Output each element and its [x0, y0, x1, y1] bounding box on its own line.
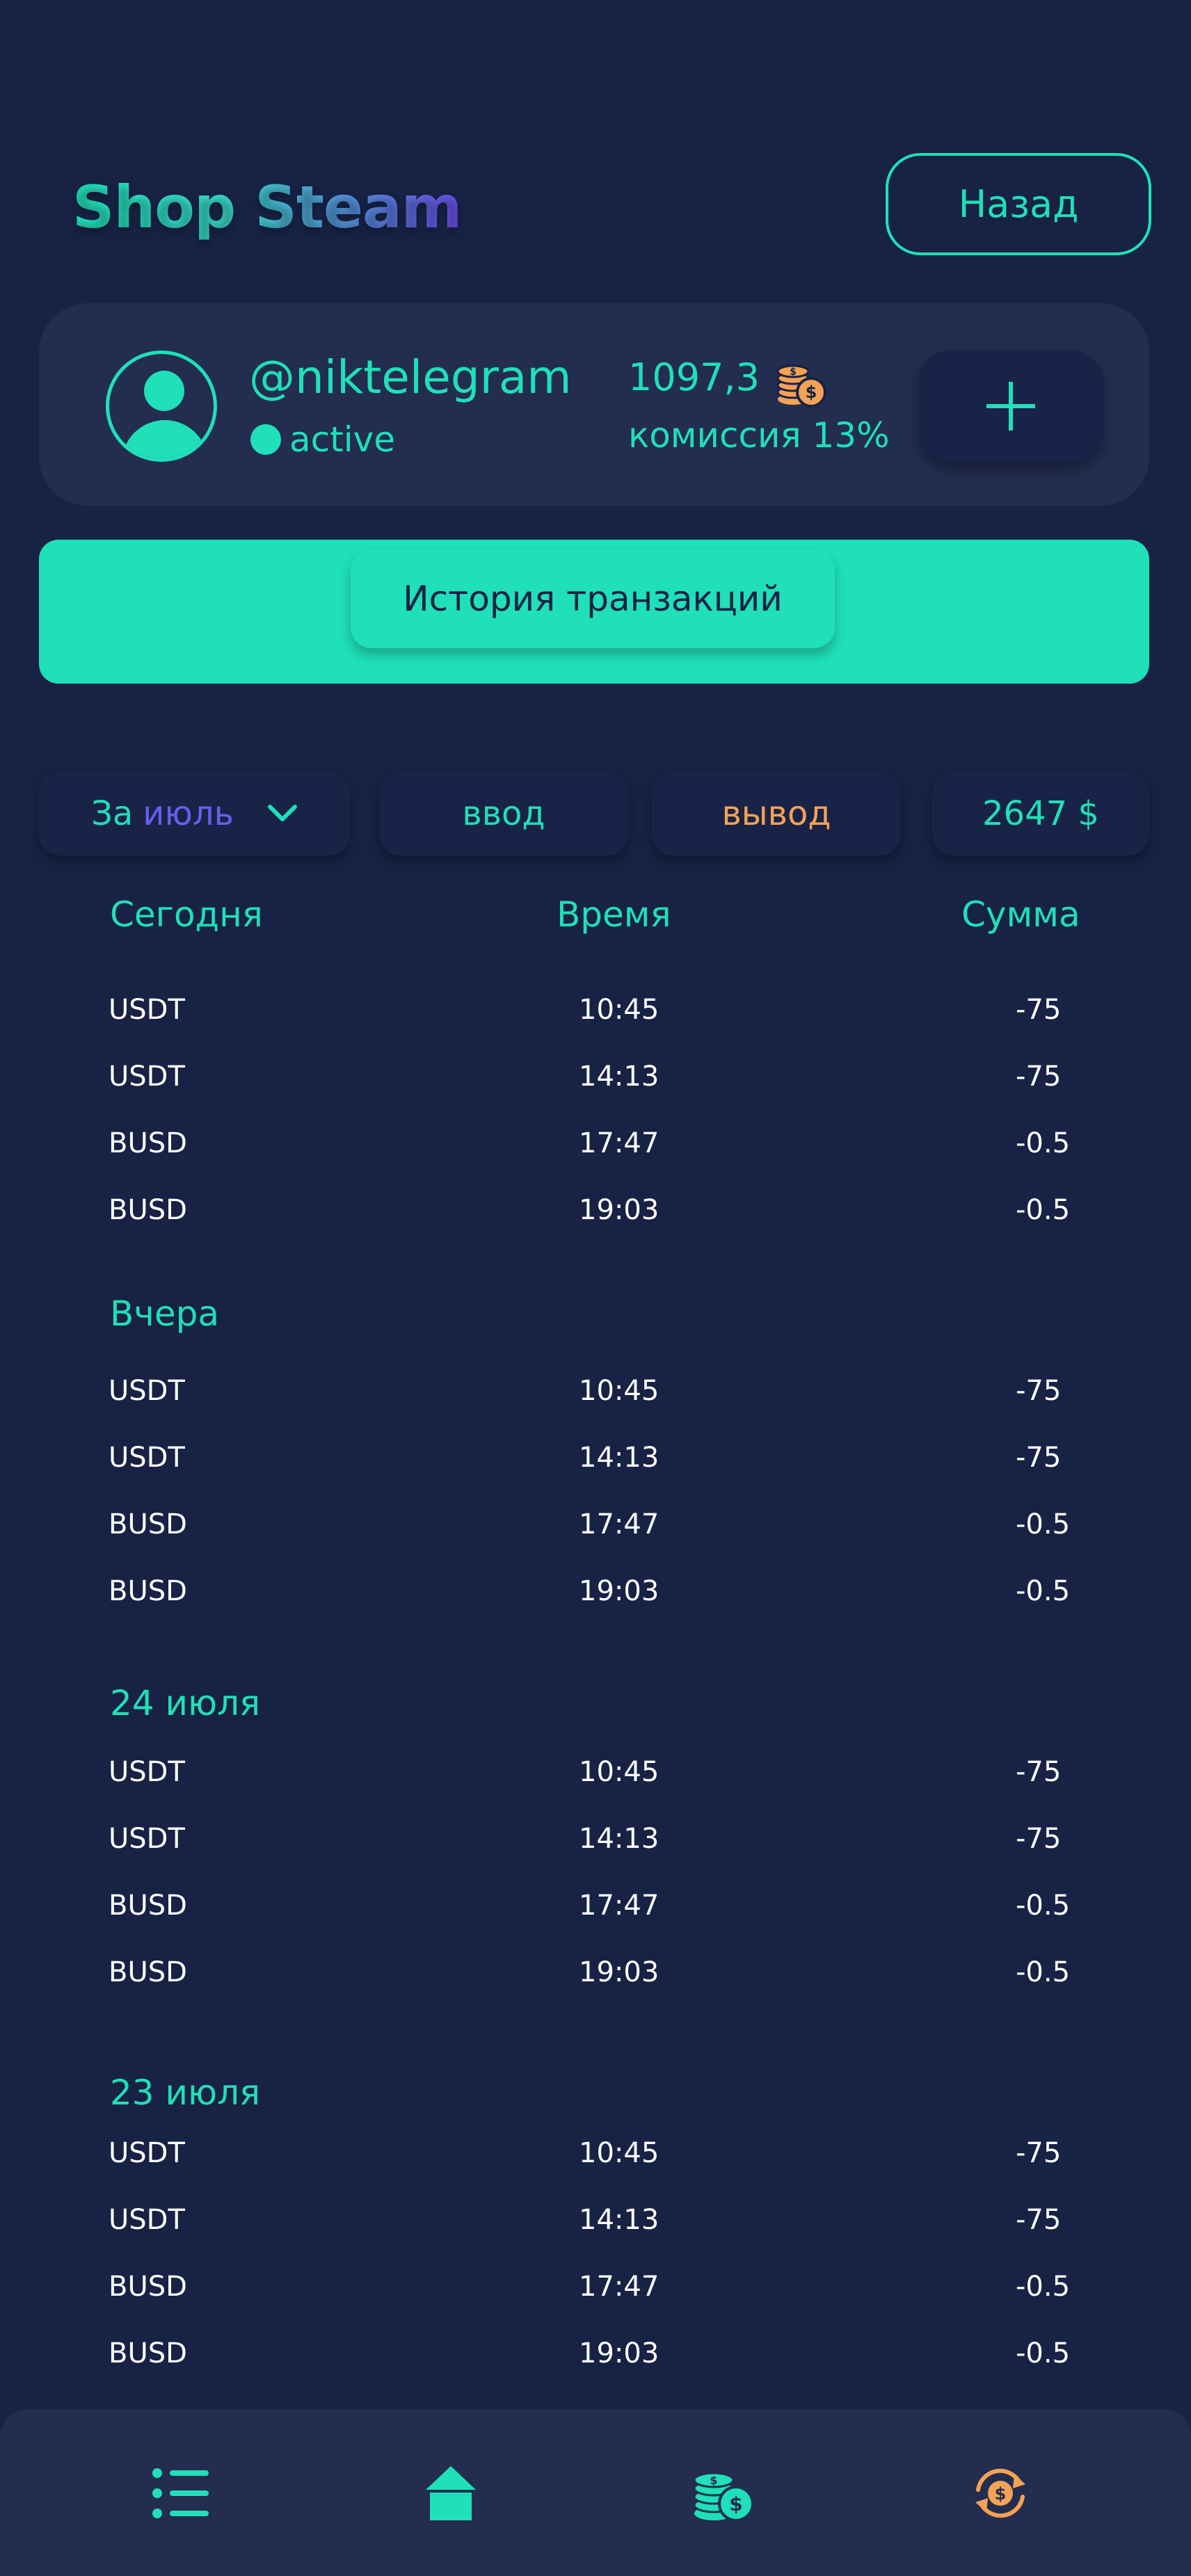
- table-row-sum: -0.5: [1016, 2337, 1071, 2369]
- table-row-sum: -0.5: [1016, 2271, 1071, 2303]
- table-row-sum: -75: [1016, 994, 1062, 1026]
- month-value: июль: [143, 794, 234, 833]
- home-icon[interactable]: [416, 2462, 486, 2525]
- column-header-sum: Сумма: [961, 894, 1080, 935]
- table-row-time: 10:45: [579, 1375, 660, 1407]
- table-row-time: 19:03: [579, 2337, 660, 2369]
- table-row-time: 10:45: [579, 1756, 660, 1788]
- table-row-time: 14:13: [579, 1442, 660, 1474]
- table-row-name: BUSD: [109, 2271, 187, 2303]
- section-title: 24 июля: [110, 1683, 261, 1723]
- table-row-time: 10:45: [579, 994, 660, 1026]
- table-row-time: 19:03: [579, 1575, 660, 1607]
- username: @niktelegram: [249, 351, 572, 404]
- status-text: active: [289, 419, 395, 460]
- table-row-name: BUSD: [109, 1956, 187, 1988]
- table-row-sum: -75: [1016, 2204, 1062, 2236]
- table-row-time: 17:47: [579, 2271, 660, 2303]
- table-row-sum: -0.5: [1016, 1194, 1071, 1226]
- section-title: Вчера: [110, 1294, 219, 1334]
- svg-text:$: $: [729, 2493, 742, 2515]
- table-row-name: USDT: [109, 1823, 185, 1855]
- app-logo: Shop Steam: [72, 173, 462, 241]
- svg-text:$: $: [710, 2474, 717, 2487]
- back-button[interactable]: Назад: [886, 153, 1151, 255]
- table-row-name: BUSD: [109, 1508, 187, 1540]
- svg-text:$: $: [995, 2484, 1007, 2504]
- add-funds-button[interactable]: [918, 351, 1103, 462]
- table-row-name: BUSD: [109, 1890, 187, 1922]
- avatar[interactable]: [106, 351, 217, 462]
- table-row-sum: -75: [1016, 1823, 1062, 1855]
- table-row-sum: -75: [1016, 1442, 1062, 1474]
- table-row-time: 17:47: [579, 1890, 660, 1922]
- coins-dollar-icon[interactable]: $ $: [689, 2462, 758, 2525]
- table-row-time: 14:13: [579, 1061, 660, 1093]
- table-row-name: BUSD: [109, 1127, 187, 1159]
- table-row-time: 17:47: [579, 1127, 660, 1159]
- month-filter-dropdown[interactable]: За июль: [39, 772, 350, 855]
- table-row-sum: -0.5: [1016, 1890, 1071, 1922]
- table-row-time: 19:03: [579, 1194, 660, 1226]
- table-row-sum: -75: [1016, 1756, 1062, 1788]
- transaction-history-button[interactable]: История транзакций: [351, 549, 835, 648]
- table-row-time: 14:13: [579, 2204, 660, 2236]
- table-row-name: USDT: [109, 2204, 185, 2236]
- table-row-time: 19:03: [579, 1956, 660, 1988]
- exchange-icon[interactable]: $: [966, 2462, 1035, 2525]
- table-row-time: 10:45: [579, 2137, 660, 2169]
- svg-text:$: $: [806, 383, 817, 402]
- section-title: 23 июля: [110, 2072, 261, 2113]
- table-row-name: USDT: [109, 2137, 185, 2169]
- column-header-date: Сегодня: [110, 894, 263, 935]
- deposit-filter-button[interactable]: ввод: [379, 772, 628, 855]
- coins-dollar-icon: $ $: [774, 355, 829, 410]
- table-row-time: 17:47: [579, 1508, 660, 1540]
- status-indicator-icon: [250, 424, 281, 455]
- chevron-down-icon: [267, 805, 297, 821]
- table-row-name: USDT: [109, 1375, 185, 1407]
- table-row-sum: -0.5: [1016, 1575, 1071, 1607]
- table-row-sum: -0.5: [1016, 1956, 1071, 1988]
- table-row-sum: -75: [1016, 2137, 1062, 2169]
- plus-icon: [986, 382, 1035, 430]
- table-row-name: BUSD: [109, 1194, 187, 1226]
- svg-text:$: $: [790, 367, 797, 378]
- table-row-sum: -75: [1016, 1061, 1062, 1093]
- table-row-name: USDT: [109, 994, 185, 1026]
- table-row-sum: -0.5: [1016, 1508, 1071, 1540]
- table-row-sum: -0.5: [1016, 1127, 1071, 1159]
- list-icon[interactable]: [147, 2462, 217, 2525]
- table-row-sum: -75: [1016, 1375, 1062, 1407]
- table-row-name: USDT: [109, 1442, 185, 1474]
- total-amount: 2647 $: [932, 772, 1149, 855]
- table-row-name: USDT: [109, 1756, 185, 1788]
- table-row-name: BUSD: [109, 2337, 187, 2369]
- month-prefix: За: [91, 794, 134, 833]
- table-row-time: 14:13: [579, 1823, 660, 1855]
- commission-text: комиссия 13%: [628, 415, 890, 456]
- table-row-name: USDT: [109, 1061, 185, 1093]
- column-header-time: Время: [557, 894, 671, 935]
- withdraw-filter-button[interactable]: вывод: [652, 772, 901, 855]
- table-row-name: BUSD: [109, 1575, 187, 1607]
- balance-value: 1097,3: [628, 355, 760, 399]
